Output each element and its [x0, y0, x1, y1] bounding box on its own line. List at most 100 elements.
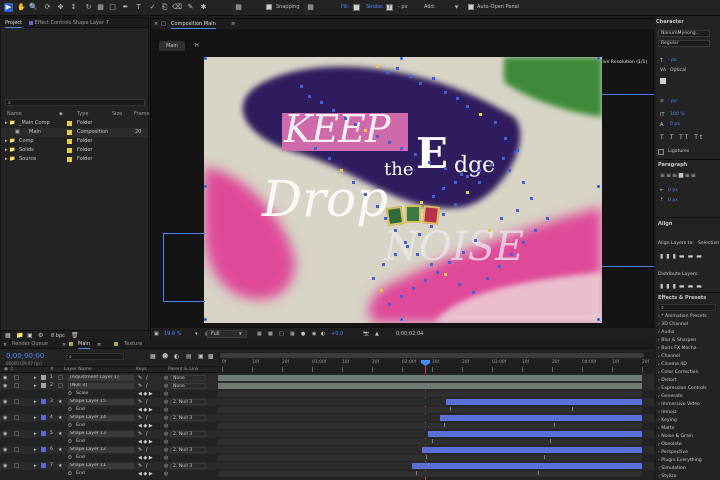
label-color-icon[interactable] [41, 463, 46, 468]
label-color-icon[interactable] [41, 383, 46, 388]
shape-vertex-handle[interactable] [412, 287, 415, 290]
shape-vertex-handle[interactable] [474, 239, 477, 242]
layer-row[interactable]: ◉ ▸ 1 □ [Adjustment Layer 1] ✎ / ◎ None [0, 374, 654, 382]
switch-icon[interactable]: ✎ [138, 414, 142, 422]
fx-switch-icon[interactable]: / [146, 398, 148, 406]
shape-vertex-handle[interactable] [504, 137, 507, 140]
pen-tool-icon[interactable]: ✒ [121, 3, 130, 12]
keyframe-nav-icon[interactable]: ◀ ◆ ▶ [138, 454, 153, 462]
snapshot-icon[interactable]: 📷 [363, 331, 369, 337]
effect-category[interactable]: › Generate [658, 394, 683, 399]
exposure-value[interactable]: +0.0 [331, 331, 343, 337]
stopwatch-icon[interactable]: ⏱ [68, 422, 72, 430]
snap-option-icon[interactable]: ▦ [306, 3, 315, 12]
distribute-buttons[interactable]: ▮▮▮▬▬▬ [660, 283, 705, 290]
keyframe-nav-icon[interactable]: ◀ ◆ ▶ [138, 406, 153, 414]
keyframe-icon[interactable]: I [572, 406, 573, 414]
hand-tool-icon[interactable]: ✋ [17, 3, 26, 12]
shape-vertex-handle[interactable] [414, 153, 417, 156]
time-ruler[interactable]: 0f 10f 20f 01:00f 10f 20f 02:00f 10f 20f 03:00f 10… [218, 352, 654, 373]
roto-tool-icon[interactable]: ✎ [186, 3, 195, 12]
close-icon[interactable]: × [154, 21, 158, 27]
eye-icon[interactable]: ◉ [3, 374, 7, 382]
text-style-buttons[interactable]: T T TT Tt [660, 134, 704, 141]
e-text[interactable]: E [416, 131, 448, 177]
fill-swatch[interactable] [353, 4, 360, 11]
shape-vertex-handle[interactable] [388, 141, 391, 144]
label-color-icon[interactable] [41, 399, 46, 404]
lock-toggle[interactable] [14, 431, 19, 436]
shape-vertex-handle[interactable] [508, 169, 511, 172]
pickwhip-icon[interactable]: ◎ [164, 462, 168, 470]
mask-icon[interactable]: ● [301, 331, 305, 337]
shape-vertex-handle[interactable] [314, 147, 317, 150]
layer-name[interactable]: Shape Layer 14 [68, 415, 134, 421]
layer-transform-handle[interactable] [204, 57, 207, 60]
camera-view-icon[interactable]: □ [279, 331, 284, 337]
effect-category[interactable]: › Audio [658, 330, 674, 335]
eye-icon[interactable]: ◉ [3, 414, 7, 422]
zoom-tool-icon[interactable]: 🔍 [29, 3, 38, 12]
shape-vertex-handle[interactable] [494, 121, 497, 124]
property-row[interactable]: ⏱ End ◀ ◆ ▶ ◎ I I [0, 470, 654, 478]
shape-vertex-handle[interactable] [546, 217, 549, 220]
brush-tool-icon[interactable]: ✓ [148, 3, 157, 12]
parent-dropdown[interactable]: 2. Null 3 [170, 463, 206, 469]
close-icon[interactable]: × [3, 342, 7, 348]
keyframe-icon[interactable]: I [450, 406, 451, 414]
always-preview-icon[interactable]: ▣ [154, 331, 159, 337]
close-icon[interactable]: × [62, 342, 66, 348]
new-folder-icon[interactable]: 📁 [16, 332, 23, 339]
shape-vertex-handle[interactable] [479, 113, 482, 116]
keyframe-nav-icon[interactable]: ◀ ◆ ▶ [138, 438, 153, 446]
shape-vertex-handle[interactable] [388, 303, 391, 306]
shape-vertex-handle[interactable] [442, 213, 445, 216]
shape-vertex-handle[interactable] [418, 233, 421, 236]
shape-vertex-handle[interactable] [432, 195, 435, 198]
channel-icon[interactable]: ◉ [312, 331, 316, 337]
layer-transform-handle[interactable] [400, 57, 403, 60]
flowchart-label[interactable]: H [195, 43, 199, 49]
align-to-value[interactable]: Selection [698, 241, 719, 246]
comp-canvas[interactable]: KEEP the E dge Drop NOISE [204, 57, 602, 323]
keyframe-icon[interactable]: I [538, 470, 539, 478]
shape-vertex-handle[interactable] [478, 169, 481, 172]
effect-category[interactable]: › Stylize [658, 474, 677, 479]
project-search-input[interactable]: ⌕ [5, 99, 145, 106]
layer-row[interactable]: ◉ ▸ 6 ★ Shape Layer 12 ✎ / ◎ 2. Null 3 [0, 446, 654, 454]
parent-dropdown[interactable]: 2. Null 3 [170, 399, 206, 405]
shape-vertex-handle[interactable] [424, 279, 427, 282]
shape-vertex-handle[interactable] [522, 241, 525, 244]
shape-vertex-handle[interactable] [344, 117, 347, 120]
keyframe-icon[interactable]: I [554, 422, 555, 430]
layer-duration-bar[interactable] [412, 463, 642, 469]
label-color-icon[interactable] [41, 447, 46, 452]
pickwhip-icon[interactable]: ◎ [164, 454, 168, 462]
eye-icon[interactable]: ◉ [3, 382, 7, 390]
stopwatch-icon[interactable]: ⏱ [68, 438, 72, 446]
layer-row[interactable]: ◉ ▸ 5 ★ Shape Layer 13 ✎ / ◎ 2. Null 3 [0, 430, 654, 438]
keyframe-nav-icon[interactable]: ◀ ◆ ▶ [138, 422, 153, 430]
drop-text[interactable]: Drop [262, 169, 388, 229]
pickwhip-icon[interactable]: ◎ [164, 446, 168, 454]
shape-vertex-handle[interactable] [458, 283, 461, 286]
effect-category[interactable]: › Keying [658, 418, 677, 423]
property-row[interactable]: ⏱ End ◀ ◆ ▶ ◎ I I [0, 454, 654, 462]
viewer-timecode[interactable]: 0;00;02;04 [396, 331, 423, 337]
frame-blend-icon[interactable]: ▣ [198, 353, 204, 360]
puppet-tool-icon[interactable]: ✱ [199, 3, 208, 12]
pickwhip-icon[interactable]: ◎ [164, 438, 168, 446]
font-size-value[interactable]: - px [668, 58, 677, 63]
font-style-dropdown[interactable]: Regular [658, 40, 710, 47]
effect-category[interactable]: › Plugin Everything [658, 458, 702, 463]
shape-vertex-handle[interactable] [340, 169, 343, 172]
shape-vertex-handle[interactable] [394, 253, 397, 256]
shape-vertex-handle[interactable] [530, 197, 533, 200]
shape-vertex-handle[interactable] [478, 181, 481, 184]
effect-category[interactable]: › Cinema 4D [658, 362, 687, 367]
shape-vertex-handle[interactable] [416, 253, 419, 256]
parent-dropdown[interactable]: 2. Null 3 [170, 415, 206, 421]
stroke-width-value[interactable]: - px [668, 99, 677, 104]
shape-vertex-handle[interactable] [510, 253, 513, 256]
layer-name[interactable]: Shape Layer 15 [68, 399, 134, 405]
